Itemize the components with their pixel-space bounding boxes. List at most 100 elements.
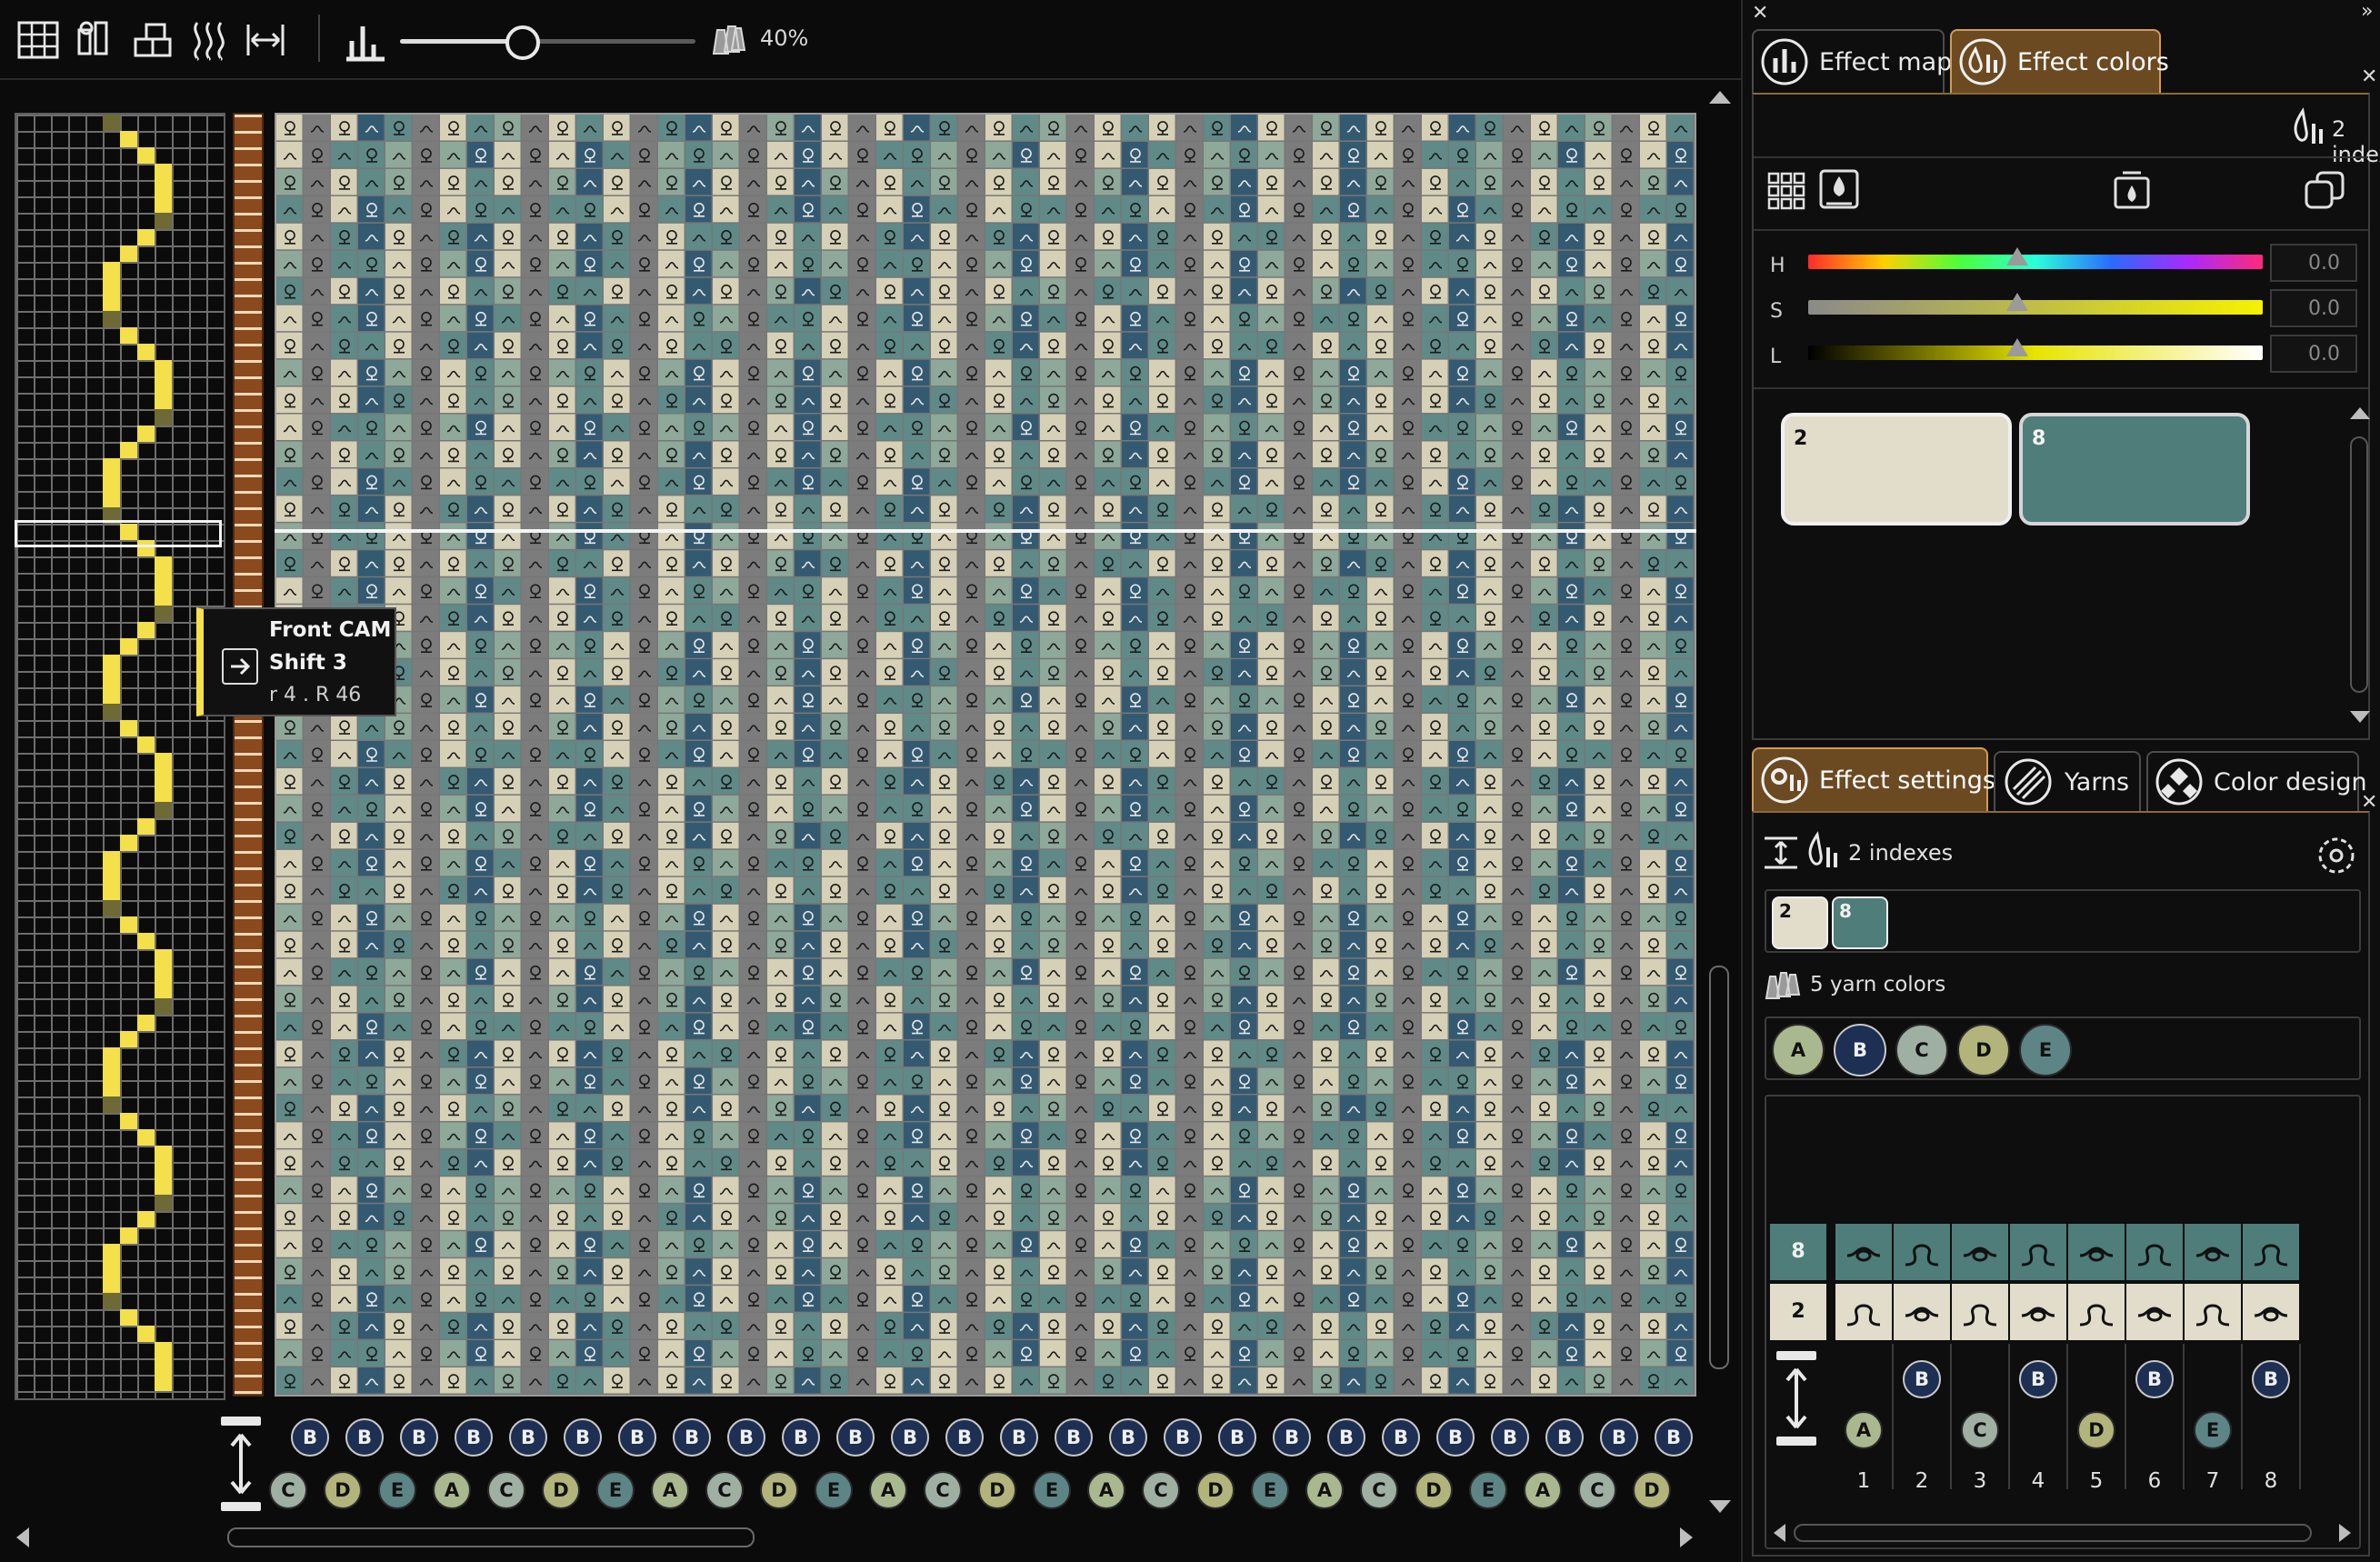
- cam-cell-active[interactable]: [155, 1146, 172, 1162]
- cam-cell-active[interactable]: [155, 393, 172, 409]
- pattern-grid[interactable]: [275, 113, 1696, 1397]
- cam-cell-active[interactable]: [137, 1211, 155, 1227]
- yarn-feeder-top-1[interactable]: B: [291, 1418, 329, 1457]
- cam-cell-active[interactable]: [155, 1358, 172, 1375]
- cam-cell-active[interactable]: [103, 1080, 120, 1096]
- cam-cell-active[interactable]: [103, 458, 120, 475]
- cam-cell-active[interactable]: [120, 1309, 137, 1326]
- yarn-feeder-top-4[interactable]: B: [455, 1418, 493, 1457]
- cam-cell-active[interactable]: [103, 262, 120, 278]
- cam-cell-active[interactable]: [103, 1047, 120, 1064]
- stitch-cell: [385, 714, 412, 740]
- cam-cell-active[interactable]: [155, 360, 172, 376]
- cam-cell-active[interactable]: [103, 851, 120, 867]
- cam-cell-active[interactable]: [103, 1096, 120, 1113]
- cam-cell-active[interactable]: [155, 966, 172, 982]
- cam-cell-active[interactable]: [137, 1129, 155, 1146]
- cam-cell-active[interactable]: [155, 1342, 172, 1358]
- scroll-down-arrow[interactable]: [1709, 1500, 1731, 1513]
- cam-cell-active[interactable]: [155, 589, 172, 606]
- cam-cell-active[interactable]: [155, 1375, 172, 1391]
- stitch-cell: [795, 795, 821, 822]
- cam-cell-active[interactable]: [120, 638, 137, 655]
- cam-cell-active[interactable]: [120, 442, 137, 458]
- vertical-shift-icon[interactable]: [218, 1415, 264, 1515]
- cam-cell-active[interactable]: [155, 998, 172, 1015]
- cam-cell-active[interactable]: [103, 704, 120, 720]
- yarn-cones-icon[interactable]: [702, 15, 753, 65]
- cam-grid[interactable]: [15, 113, 225, 1400]
- cam-cell-active[interactable]: [103, 311, 120, 327]
- cam-cell-active[interactable]: [103, 687, 120, 704]
- stitch-cell: [1667, 1258, 1694, 1285]
- cam-cell-active[interactable]: [155, 1178, 172, 1195]
- cam-cell-active[interactable]: [103, 900, 120, 916]
- cam-cell-active[interactable]: [120, 720, 137, 736]
- cam-cell-active[interactable]: [120, 1227, 137, 1244]
- cam-cell-active[interactable]: [155, 606, 172, 622]
- chart-bars-icon[interactable]: [340, 15, 391, 65]
- cam-cell-active[interactable]: [103, 867, 120, 884]
- zoom-slider-thumb[interactable]: [505, 25, 540, 60]
- cam-cell-active[interactable]: [137, 933, 155, 949]
- cam-cell-active[interactable]: [120, 916, 137, 933]
- cam-cell-active[interactable]: [155, 802, 172, 818]
- cam-cell-active[interactable]: [120, 245, 137, 262]
- cam-cell-active[interactable]: [155, 409, 172, 426]
- cam-cell-active[interactable]: [155, 164, 172, 180]
- cam-cell-active[interactable]: [103, 475, 120, 491]
- cam-cell-active[interactable]: [103, 1244, 120, 1260]
- cam-cell-active[interactable]: [103, 884, 120, 900]
- cam-cell-active[interactable]: [120, 131, 137, 147]
- cam-cell-active[interactable]: [103, 671, 120, 687]
- stitch-cell: [331, 223, 357, 250]
- cam-cell-active[interactable]: [137, 622, 155, 638]
- cam-cell-active[interactable]: [120, 835, 137, 851]
- cam-cell-active[interactable]: [103, 655, 120, 671]
- wave-icon[interactable]: [184, 15, 235, 65]
- cam-cell-active[interactable]: [155, 556, 172, 573]
- cam-cell-active[interactable]: [103, 1064, 120, 1080]
- cam-cell-active[interactable]: [155, 1162, 172, 1178]
- vertical-scrollbar-thumb[interactable]: [1709, 966, 1729, 1369]
- cam-cell-active[interactable]: [137, 1015, 155, 1031]
- yarn-feeder-top-5[interactable]: B: [509, 1418, 547, 1457]
- cam-cell-active[interactable]: [120, 1031, 137, 1047]
- cam-cell-active[interactable]: [103, 115, 120, 131]
- cam-cell-active[interactable]: [137, 344, 155, 360]
- cam-cell-active[interactable]: [103, 491, 120, 507]
- cam-cell-active[interactable]: [103, 278, 120, 295]
- stitch-cell: [1504, 414, 1530, 440]
- cam-cell-active[interactable]: [155, 213, 172, 229]
- cam-cell-active[interactable]: [103, 1277, 120, 1293]
- cam-cell-active[interactable]: [155, 753, 172, 769]
- cam-cell-active[interactable]: [103, 295, 120, 311]
- cam-cell-active[interactable]: [155, 949, 172, 966]
- yarn-feeder-top-2[interactable]: B: [345, 1418, 384, 1457]
- cam-cell-active[interactable]: [155, 376, 172, 393]
- cam-cell-active[interactable]: [120, 1113, 137, 1129]
- cam-cell-active[interactable]: [155, 1195, 172, 1211]
- cam-cell-active[interactable]: [155, 769, 172, 786]
- cam-cell-active[interactable]: [137, 1326, 155, 1342]
- width-icon[interactable]: [240, 15, 291, 65]
- grid-icon[interactable]: [13, 15, 64, 65]
- cam-cell-active[interactable]: [155, 180, 172, 196]
- cam-cell-active[interactable]: [137, 229, 155, 245]
- cam-cell-active[interactable]: [103, 1293, 120, 1309]
- cam-cell-active[interactable]: [155, 196, 172, 213]
- cam-cell-active[interactable]: [137, 736, 155, 753]
- cam-cell-active[interactable]: [155, 786, 172, 802]
- cam-cell-active[interactable]: [137, 147, 155, 164]
- cam-cell-active[interactable]: [120, 327, 137, 344]
- cam-cell-active[interactable]: [103, 1260, 120, 1277]
- yarn-tension-icon[interactable]: [69, 15, 120, 65]
- cam-cell-active[interactable]: [137, 818, 155, 835]
- yarn-feeder-top-3[interactable]: B: [400, 1418, 438, 1457]
- cam-cell-active[interactable]: [137, 426, 155, 442]
- stitch-cell: [1585, 1095, 1612, 1121]
- scroll-up-arrow[interactable]: [1709, 91, 1731, 104]
- cam-cell-active[interactable]: [155, 573, 172, 589]
- cam-cell-active[interactable]: [155, 982, 172, 998]
- blocks-icon[interactable]: [127, 15, 178, 65]
